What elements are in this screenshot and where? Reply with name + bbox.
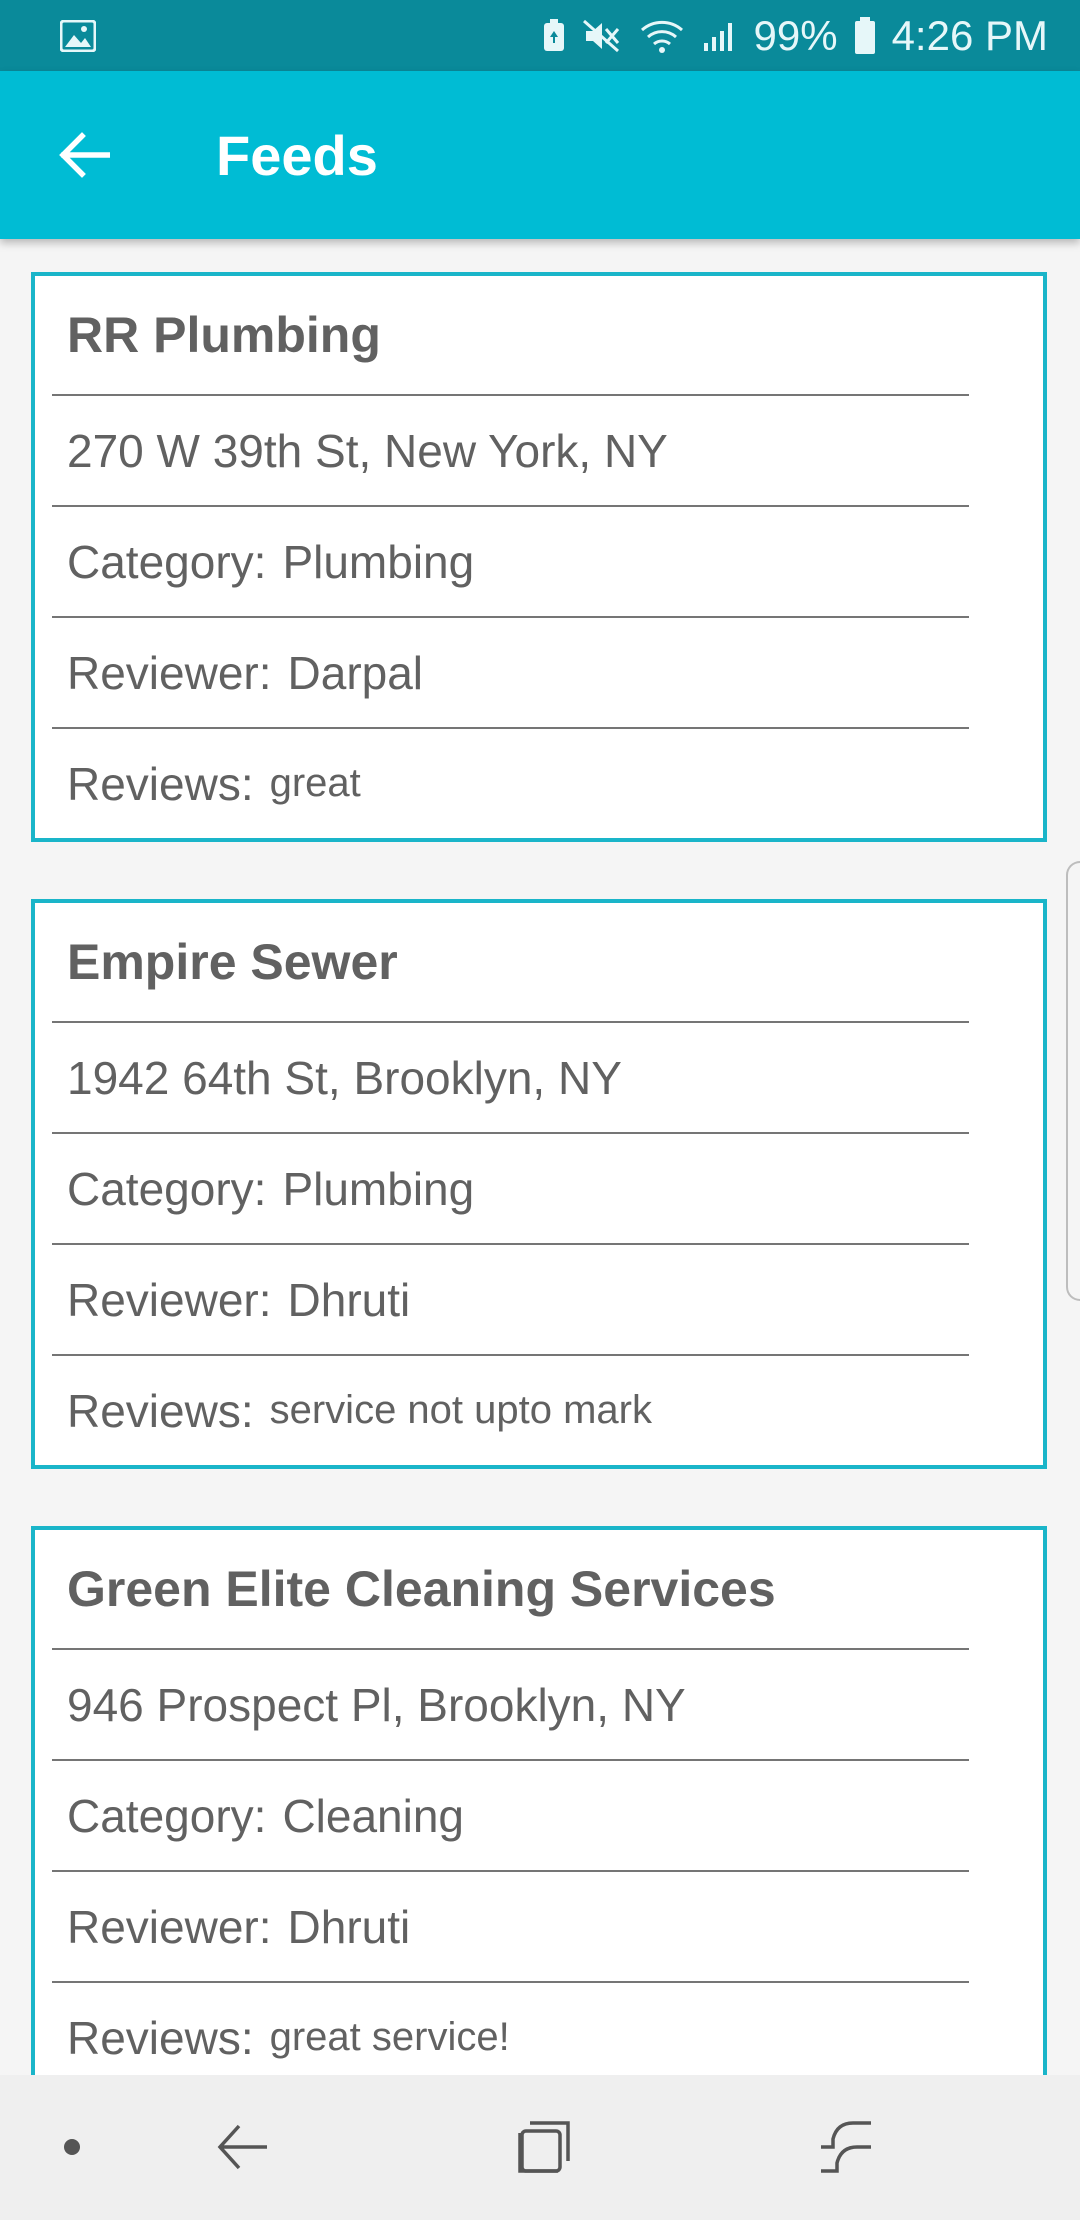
reviews-label: Reviews: [67, 757, 254, 810]
battery-icon [854, 16, 876, 55]
business-name: RR Plumbing [67, 307, 381, 363]
reviewer-row: Reviewer: Dhruti [52, 1243, 969, 1354]
address-row: 1942 64th St, Brooklyn, NY [52, 1021, 969, 1132]
battery-percent: 99% [753, 11, 838, 59]
system-nav-bar [0, 2075, 1080, 2220]
home-icon[interactable] [812, 2115, 880, 2179]
reviewer-value: Dhruti [287, 1273, 411, 1326]
app-bar: Feeds [0, 71, 1080, 239]
category-value: Plumbing [282, 535, 475, 588]
address: 270 W 39th St, New York, NY [67, 424, 668, 477]
feed-card[interactable]: Green Elite Cleaning Services 946 Prospe… [31, 1526, 1047, 2075]
reviewer-label: Reviewer: [67, 1900, 272, 1953]
feeds-list[interactable]: RR Plumbing 270 W 39th St, New York, NY … [0, 239, 1080, 2075]
recent-apps-icon[interactable] [514, 2115, 574, 2179]
reviewer-row: Reviewer: Darpal [52, 616, 969, 727]
status-bar: 99% 4:26 PM [0, 0, 1080, 71]
business-name: Green Elite Cleaning Services [67, 1561, 776, 1617]
battery-saver-icon [542, 18, 566, 53]
category-value: Cleaning [282, 1789, 465, 1842]
arrow-back-icon[interactable] [56, 127, 112, 183]
address: 1942 64th St, Brooklyn, NY [67, 1051, 622, 1104]
signal-icon [702, 19, 738, 53]
category-label: Category: [67, 1162, 267, 1215]
review-text: great [269, 761, 361, 805]
address: 946 Prospect Pl, Brooklyn, NY [67, 1678, 686, 1731]
address-row: 270 W 39th St, New York, NY [52, 394, 969, 505]
reviews-label: Reviews: [67, 1384, 254, 1437]
business-name: Empire Sewer [67, 934, 398, 990]
reviews-row: Reviews: service not upto mark [52, 1354, 969, 1465]
reviewer-row: Reviewer: Dhruti [52, 1870, 969, 1981]
category-row: Category: Plumbing [52, 505, 969, 616]
back-arrow-icon[interactable] [210, 2115, 276, 2179]
reviewer-value: Dhruti [287, 1900, 411, 1953]
dot-icon[interactable] [56, 2127, 88, 2167]
reviews-row: Reviews: great [52, 727, 969, 838]
category-row: Category: Cleaning [52, 1759, 969, 1870]
reviews-label: Reviews: [67, 2011, 254, 2064]
category-label: Category: [67, 1789, 267, 1842]
page-title: Feeds [216, 123, 378, 187]
reviews-row: Reviews: great service! [52, 1981, 969, 2075]
wifi-icon [638, 18, 686, 54]
category-value: Plumbing [282, 1162, 475, 1215]
feed-card[interactable]: RR Plumbing 270 W 39th St, New York, NY … [31, 272, 1047, 842]
gallery-notification-icon [60, 19, 96, 52]
reviewer-value: Darpal [287, 646, 424, 699]
category-row: Category: Plumbing [52, 1132, 969, 1243]
category-label: Category: [67, 535, 267, 588]
reviewer-label: Reviewer: [67, 1273, 272, 1326]
edge-panel-handle[interactable] [1066, 861, 1080, 1301]
review-text: great service! [269, 2015, 510, 2059]
address-row: 946 Prospect Pl, Brooklyn, NY [52, 1648, 969, 1759]
review-text: service not upto mark [269, 1388, 652, 1432]
status-time: 4:26 PM [891, 11, 1048, 59]
mute-icon [582, 19, 622, 53]
feed-card[interactable]: Empire Sewer 1942 64th St, Brooklyn, NY … [31, 899, 1047, 1469]
reviewer-label: Reviewer: [67, 646, 272, 699]
